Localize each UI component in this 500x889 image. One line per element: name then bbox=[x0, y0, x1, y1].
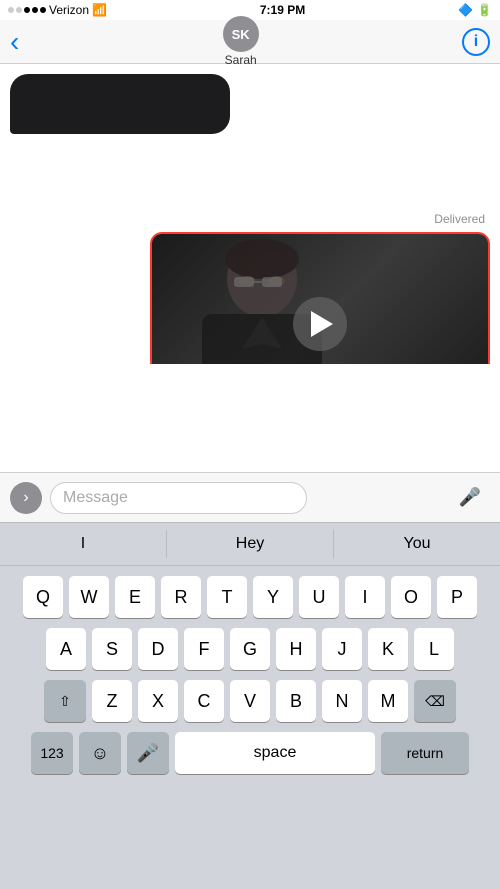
play-button[interactable] bbox=[293, 297, 347, 351]
key-R[interactable]: R bbox=[161, 576, 201, 618]
emoji-icon: ☺ bbox=[91, 743, 109, 764]
key-T[interactable]: T bbox=[207, 576, 247, 618]
key-A[interactable]: A bbox=[46, 628, 86, 670]
back-button[interactable]: ‹ bbox=[10, 26, 19, 58]
predictive-item-2[interactable]: You bbox=[334, 523, 500, 565]
key-J[interactable]: J bbox=[322, 628, 362, 670]
avatar-initials: SK bbox=[232, 27, 250, 42]
delete-key[interactable]: ⌫ bbox=[414, 680, 456, 722]
key-Z[interactable]: Z bbox=[92, 680, 132, 722]
delivered-label: Delivered bbox=[434, 212, 485, 226]
space-key[interactable]: space bbox=[175, 732, 375, 774]
delete-icon: ⌫ bbox=[425, 693, 445, 710]
key-L[interactable]: L bbox=[414, 628, 454, 670]
key-W[interactable]: W bbox=[69, 576, 109, 618]
carrier-label: Verizon bbox=[49, 3, 89, 17]
key-Y[interactable]: Y bbox=[253, 576, 293, 618]
key-D[interactable]: D bbox=[138, 628, 178, 670]
key-I[interactable]: I bbox=[345, 576, 385, 618]
link-card-video: feel da flow bbox=[152, 234, 488, 364]
keyboard-row-1: Q W E R T Y U I O P bbox=[0, 576, 500, 618]
signal-dot-1 bbox=[8, 7, 14, 13]
predictive-item-1[interactable]: Hey bbox=[167, 523, 333, 565]
return-key[interactable]: return bbox=[381, 732, 469, 774]
shift-key[interactable]: ⇧ bbox=[44, 680, 86, 722]
key-G[interactable]: G bbox=[230, 628, 270, 670]
key-P[interactable]: P bbox=[437, 576, 477, 618]
keyboard: Q W E R T Y U I O P A S D F G H J K L ⇧ … bbox=[0, 566, 500, 889]
predictive-item-0[interactable]: I bbox=[0, 523, 166, 565]
play-icon bbox=[311, 311, 333, 337]
keyboard-row-3: ⇧ Z X C V B N M ⌫ bbox=[0, 680, 500, 722]
keyboard-mic-icon: 🎤 bbox=[137, 743, 159, 764]
expand-button[interactable]: › bbox=[10, 482, 42, 514]
nav-bar: ‹ SK Sarah i bbox=[0, 20, 500, 64]
signal-dots bbox=[8, 7, 46, 13]
input-bar: › 🎤 bbox=[0, 472, 500, 522]
link-card[interactable]: feel da flow We're adding More Cowbell y… bbox=[150, 232, 490, 364]
keyboard-row-2: A S D F G H J K L bbox=[0, 628, 500, 670]
status-time: 7:19 PM bbox=[260, 3, 305, 17]
nav-center: SK Sarah bbox=[223, 16, 259, 67]
mic-icon: 🎤 bbox=[459, 487, 481, 508]
emoji-key[interactable]: ☺ bbox=[79, 732, 121, 774]
key-F[interactable]: F bbox=[184, 628, 224, 670]
key-Q[interactable]: Q bbox=[23, 576, 63, 618]
key-B[interactable]: B bbox=[276, 680, 316, 722]
key-N[interactable]: N bbox=[322, 680, 362, 722]
key-X[interactable]: X bbox=[138, 680, 178, 722]
num-key[interactable]: 123 bbox=[31, 732, 73, 774]
key-V[interactable]: V bbox=[230, 680, 270, 722]
bluetooth-icon: 🔷 bbox=[458, 3, 473, 17]
incoming-message-bubble bbox=[10, 74, 230, 134]
message-input[interactable] bbox=[50, 482, 307, 514]
mic-button[interactable]: 🎤 bbox=[458, 486, 482, 510]
status-right: 🔷 🔋 bbox=[458, 3, 492, 17]
key-O[interactable]: O bbox=[391, 576, 431, 618]
status-left: Verizon 📶 bbox=[8, 3, 107, 17]
predictive-bar: I Hey You bbox=[0, 522, 500, 566]
avatar: SK bbox=[223, 16, 259, 52]
keyboard-mic-key[interactable]: 🎤 bbox=[127, 732, 169, 774]
signal-dot-4 bbox=[32, 7, 38, 13]
key-E[interactable]: E bbox=[115, 576, 155, 618]
info-icon: i bbox=[474, 33, 478, 51]
key-H[interactable]: H bbox=[276, 628, 316, 670]
key-C[interactable]: C bbox=[184, 680, 224, 722]
key-U[interactable]: U bbox=[299, 576, 339, 618]
key-K[interactable]: K bbox=[368, 628, 408, 670]
info-button[interactable]: i bbox=[462, 28, 490, 56]
back-chevron-icon: ‹ bbox=[10, 26, 19, 58]
signal-dot-2 bbox=[16, 7, 22, 13]
battery-icon: 🔋 bbox=[477, 3, 492, 17]
expand-icon: › bbox=[23, 489, 28, 507]
shift-icon: ⇧ bbox=[59, 693, 71, 710]
keyboard-row-4: 123 ☺ 🎤 space return bbox=[0, 732, 500, 774]
key-M[interactable]: M bbox=[368, 680, 408, 722]
signal-dot-5 bbox=[40, 7, 46, 13]
key-S[interactable]: S bbox=[92, 628, 132, 670]
signal-dot-3 bbox=[24, 7, 30, 13]
input-field-wrap: 🎤 bbox=[50, 482, 490, 514]
wifi-icon: 📶 bbox=[92, 3, 107, 17]
messages-area: Delivered bbox=[0, 64, 500, 364]
